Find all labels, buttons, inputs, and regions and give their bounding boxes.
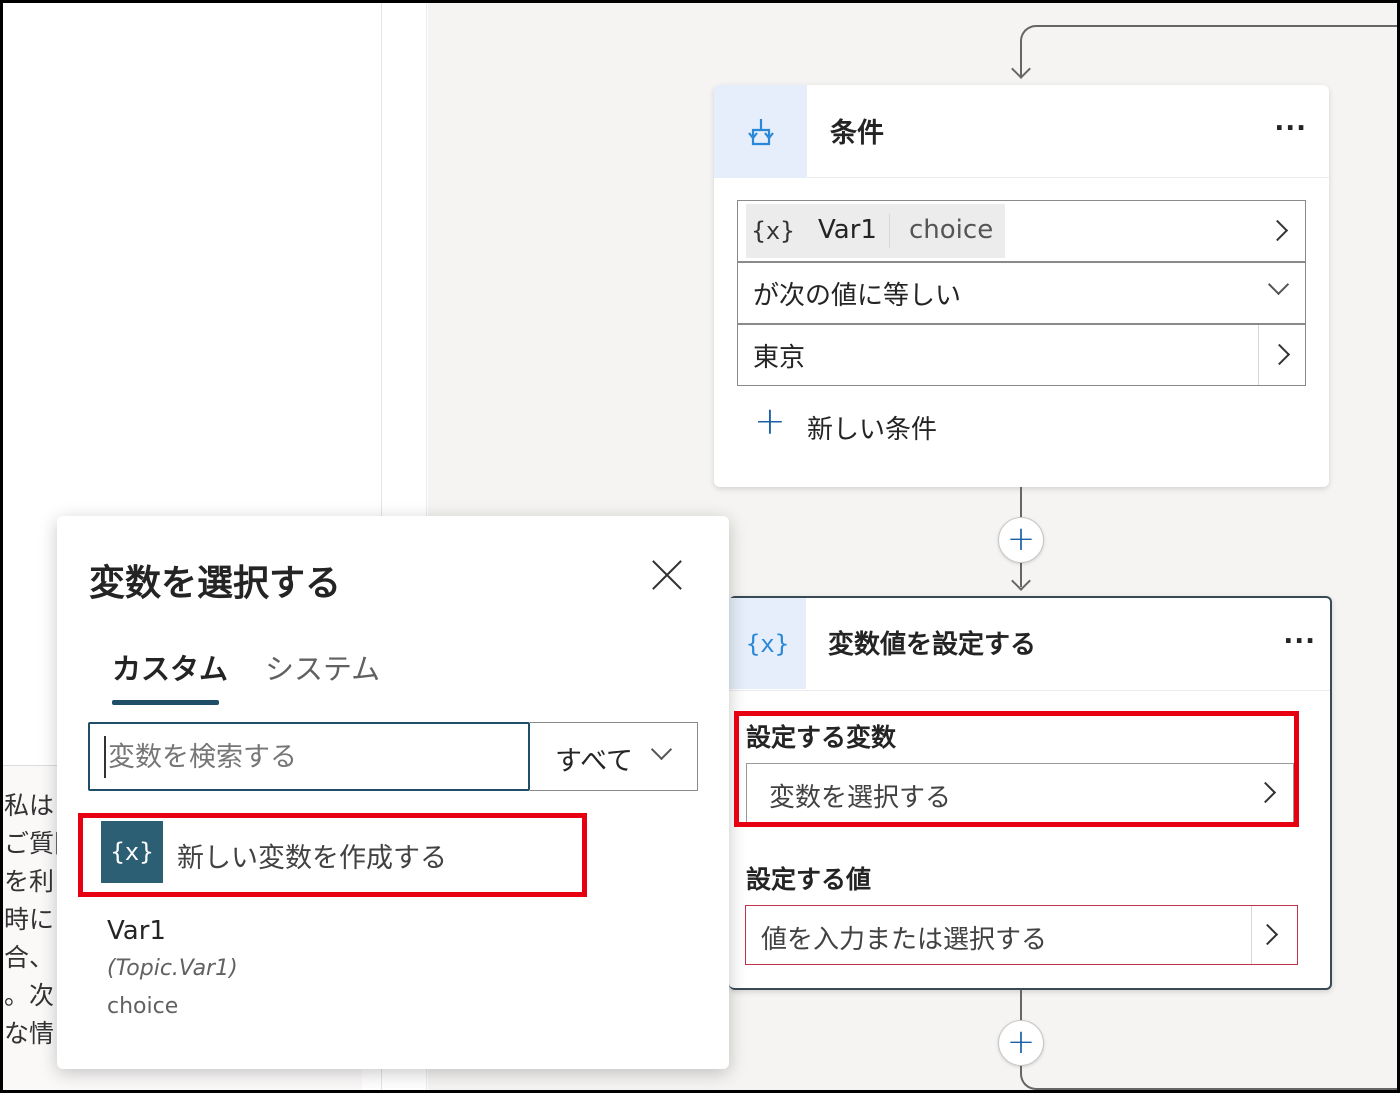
chat-text-line: 時に bbox=[4, 905, 55, 934]
chat-text-line: 合、 bbox=[4, 943, 55, 972]
chevron-down-icon bbox=[1267, 273, 1290, 296]
variable-chip: Var1 choice bbox=[800, 204, 1005, 258]
more-options-icon[interactable]: ... bbox=[1283, 620, 1316, 650]
active-tab-indicator bbox=[112, 700, 219, 705]
tab-system[interactable]: システム bbox=[265, 646, 380, 688]
variable-section-label: 設定する変数 bbox=[746, 723, 897, 752]
condition-operator-dropdown[interactable]: が次の値に等しい bbox=[737, 262, 1306, 324]
set-variable-icon-box: {x} bbox=[729, 598, 806, 689]
connector-line bbox=[1020, 25, 1400, 45]
field-divider bbox=[1258, 325, 1259, 385]
value-input-field[interactable]: 値を入力または選択する bbox=[745, 905, 1298, 965]
variable-path: (Topic.Var1) bbox=[107, 956, 238, 981]
set-variable-node-title: 変数値を設定する bbox=[828, 630, 1037, 660]
add-condition-label: 新しい条件 bbox=[807, 415, 938, 445]
connector-line bbox=[1020, 1070, 1400, 1090]
create-new-variable-item[interactable]: {x} 新しい変数を作成する bbox=[101, 821, 581, 883]
variable-icon: {x} bbox=[745, 629, 790, 658]
condition-value-field[interactable]: 東京 bbox=[737, 324, 1306, 386]
chevron-down-icon bbox=[650, 738, 673, 761]
condition-icon bbox=[714, 85, 807, 178]
set-variable-node-header: {x} 変数値を設定する ... bbox=[729, 598, 1330, 691]
select-variable-field[interactable]: 変数を選択する bbox=[746, 763, 1294, 823]
variable-chip-name: Var1 bbox=[818, 215, 877, 245]
chat-text-line: を利 bbox=[4, 867, 55, 896]
select-variable-placeholder: 変数を選択する bbox=[769, 783, 952, 813]
create-new-variable-label: 新しい変数を作成する bbox=[177, 843, 447, 874]
chip-divider bbox=[889, 214, 890, 248]
variable-search-box[interactable] bbox=[88, 722, 530, 791]
add-node-button[interactable]: + bbox=[998, 517, 1044, 563]
variable-name: Var1 bbox=[107, 916, 166, 946]
close-icon[interactable] bbox=[650, 558, 684, 592]
condition-variable-field[interactable]: {x} Var1 choice bbox=[737, 200, 1306, 262]
variable-filter-dropdown[interactable]: すべて bbox=[530, 722, 698, 791]
set-variable-node[interactable]: {x} 変数値を設定する ... 設定する変数 変数を選択する 設定する値 値を… bbox=[729, 596, 1332, 990]
value-section-label: 設定する値 bbox=[746, 865, 872, 894]
condition-node-title: 条件 bbox=[830, 118, 884, 149]
add-node-button[interactable]: + bbox=[998, 1020, 1044, 1066]
operator-value: が次の値に等しい bbox=[753, 281, 962, 311]
chat-text-line: な情 bbox=[4, 1019, 55, 1048]
more-options-icon[interactable]: ... bbox=[1274, 107, 1307, 137]
value-input-placeholder: 値を入力または選択する bbox=[761, 925, 1048, 955]
variable-chip-type: choice bbox=[909, 215, 994, 245]
variable-list-item[interactable]: Var1 (Topic.Var1) choice bbox=[107, 916, 507, 1028]
condition-node[interactable]: 条件 ... {x} Var1 choice が次の値に等しい 東京 + 新しい… bbox=[714, 85, 1329, 487]
plus-icon: + bbox=[754, 399, 786, 443]
chat-text-line: 。次 bbox=[4, 981, 55, 1010]
chevron-right-icon bbox=[1266, 219, 1289, 242]
field-divider bbox=[1251, 906, 1252, 964]
select-variable-dialog[interactable]: 変数を選択する カスタム システム すべて {x} 新しい変数を作成する Var… bbox=[57, 516, 729, 1069]
chevron-right-icon[interactable] bbox=[1268, 343, 1291, 366]
variable-type: choice bbox=[107, 994, 179, 1019]
condition-value: 東京 bbox=[753, 343, 806, 373]
filter-selected-value: すべて bbox=[555, 746, 634, 777]
chevron-right-icon[interactable] bbox=[1256, 923, 1279, 946]
variable-icon: {x} bbox=[751, 217, 795, 245]
chat-text-line: 私は bbox=[4, 791, 55, 820]
variable-icon: {x} bbox=[101, 821, 163, 883]
variable-chip-icon: {x} bbox=[746, 204, 800, 258]
tab-custom[interactable]: カスタム bbox=[112, 646, 228, 688]
condition-node-header: 条件 ... bbox=[714, 85, 1329, 178]
dialog-title: 変数を選択する bbox=[89, 563, 342, 604]
variable-search-input[interactable] bbox=[104, 736, 514, 778]
chevron-right-icon bbox=[1254, 781, 1277, 804]
add-condition-button[interactable]: + 新しい条件 bbox=[754, 399, 974, 449]
